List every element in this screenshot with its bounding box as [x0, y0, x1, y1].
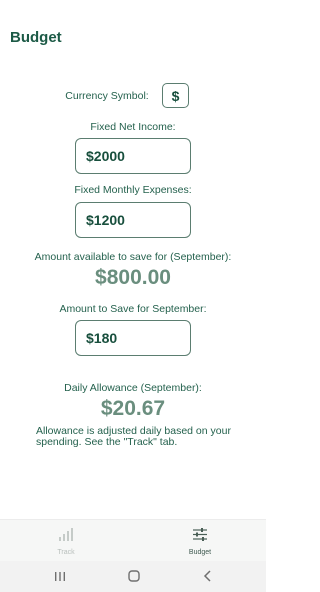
bar-chart-icon: [58, 528, 74, 545]
nav-label-budget: Budget: [188, 549, 212, 556]
home-icon[interactable]: [126, 568, 142, 584]
back-icon[interactable]: [200, 568, 216, 584]
amount-to-save-input[interactable]: $180: [75, 320, 191, 356]
allowance-note: Allowance is adjusted daily based on you…: [36, 425, 231, 448]
amount-to-save-label: Amount to Save for September:: [59, 303, 207, 315]
monthly-expenses-label: Fixed Monthly Expenses:: [74, 184, 192, 196]
system-navigation-bar: [0, 561, 266, 592]
available-to-save-label: Amount available to save for (September)…: [34, 251, 232, 263]
nav-item-budget[interactable]: Budget: [170, 528, 230, 556]
bottom-navigation: Track Budget: [0, 519, 266, 562]
currency-symbol-field[interactable]: $: [162, 83, 189, 108]
daily-allowance-label: Daily Allowance (September):: [64, 382, 202, 394]
nav-label-track: Track: [57, 549, 75, 556]
net-income-input[interactable]: $2000: [75, 138, 191, 174]
monthly-expenses-input[interactable]: $1200: [75, 202, 191, 238]
daily-allowance-amount: $20.67: [100, 397, 166, 420]
available-to-save-amount: $800.00: [95, 266, 171, 289]
recent-apps-icon[interactable]: [52, 568, 68, 584]
net-income-label: Fixed Net Income:: [90, 121, 176, 133]
nav-item-track[interactable]: Track: [36, 528, 96, 556]
sliders-icon: [193, 528, 207, 545]
currency-symbol-label: Currency Symbol:: [65, 90, 149, 102]
page-title: Budget: [10, 29, 62, 46]
